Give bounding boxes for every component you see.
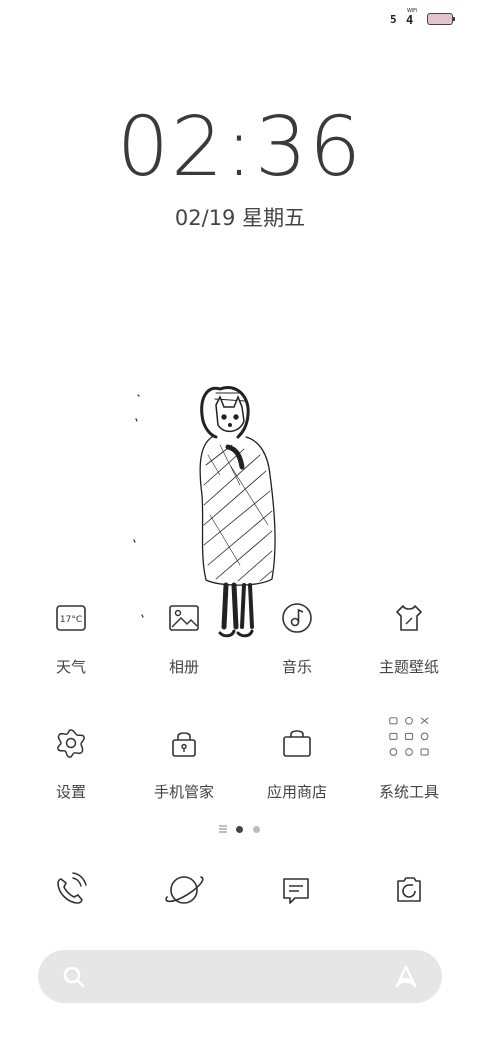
app-label-settings: 设置 bbox=[55, 783, 86, 801]
app-label-music: 音乐 bbox=[281, 658, 312, 676]
app-settings[interactable]: 设置 bbox=[11, 715, 131, 825]
gallery-icon bbox=[169, 605, 199, 631]
messages-icon[interactable] bbox=[271, 865, 321, 915]
weather-temp: 17°C bbox=[60, 615, 82, 625]
battery-tip bbox=[453, 17, 455, 21]
voice-assistant-icon[interactable] bbox=[391, 962, 421, 992]
app-label-gallery: 相册 bbox=[168, 658, 199, 676]
page-dot bbox=[253, 826, 260, 833]
phone-manager-icon bbox=[172, 732, 196, 757]
app-label-phone-manager: 手机管家 bbox=[153, 783, 214, 801]
app-label-theme: 主题壁纸 bbox=[378, 658, 439, 676]
phone-icon[interactable] bbox=[46, 865, 96, 915]
wifi-glyph: 4 bbox=[406, 13, 414, 27]
clock-time[interactable]: 02:36 bbox=[0, 100, 480, 195]
signal-indicator: 5 bbox=[390, 13, 397, 26]
app-weather[interactable]: 17°C 天气 bbox=[11, 590, 131, 700]
app-label-system-tools: 系统工具 bbox=[378, 783, 439, 801]
page-indicator[interactable] bbox=[0, 823, 480, 837]
page-dot-active bbox=[236, 826, 243, 833]
status-bar: 5 WiFi 4 bbox=[0, 0, 480, 40]
app-theme[interactable]: 主题壁纸 bbox=[349, 590, 469, 700]
battery-icon bbox=[427, 13, 453, 25]
app-store-icon bbox=[283, 730, 311, 757]
app-phone-manager[interactable]: 手机管家 bbox=[124, 715, 244, 825]
music-icon bbox=[282, 603, 312, 633]
app-gallery[interactable]: 相册 bbox=[124, 590, 244, 700]
clock-date[interactable]: 02/19 星期五 bbox=[0, 202, 480, 232]
dock bbox=[0, 865, 480, 920]
home-menu-icon bbox=[219, 825, 227, 833]
app-music[interactable]: 音乐 bbox=[237, 590, 357, 700]
wifi-icon: WiFi 4 bbox=[404, 8, 420, 28]
theme-icon bbox=[396, 605, 422, 631]
search-icon[interactable] bbox=[60, 963, 88, 991]
settings-icon bbox=[57, 729, 85, 758]
system-tools-folder-icon bbox=[389, 716, 429, 756]
app-label-weather: 天气 bbox=[55, 658, 86, 676]
browser-icon[interactable] bbox=[159, 865, 209, 915]
app-system-tools-folder[interactable]: 系统工具 bbox=[349, 715, 469, 825]
app-label-store: 应用商店 bbox=[266, 783, 327, 801]
weather-icon: 17°C bbox=[56, 605, 86, 631]
app-store[interactable]: 应用商店 bbox=[237, 715, 357, 825]
search-bar[interactable] bbox=[38, 950, 442, 1003]
camera-icon[interactable] bbox=[384, 865, 434, 915]
